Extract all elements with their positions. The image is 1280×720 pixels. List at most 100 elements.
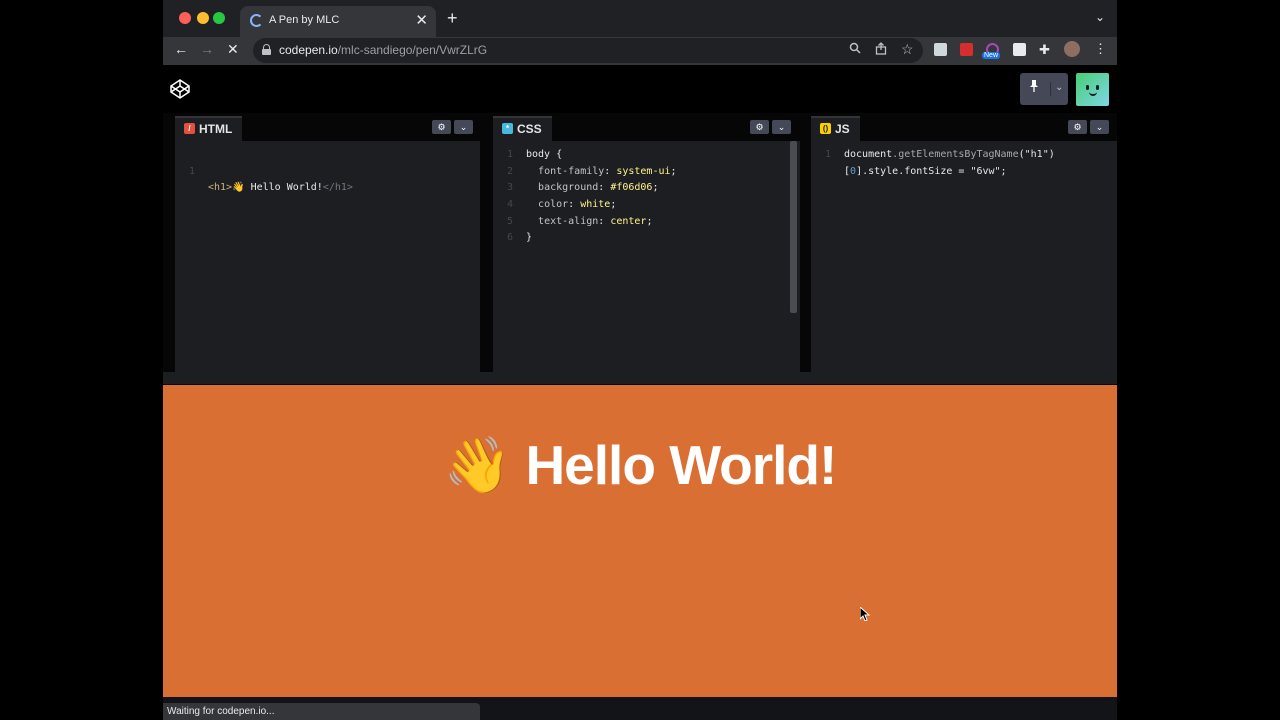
html-editor-tab[interactable]: / HTML [175, 116, 243, 141]
code-token: Hello World! [244, 182, 323, 194]
line-number: 4 [506, 199, 513, 211]
minimize-window-button[interactable] [197, 12, 209, 24]
tab-strip: A Pen by MLC ✕ + ⌄ [163, 0, 1117, 37]
mouse-cursor-icon [859, 605, 871, 626]
html-editor-pane: / HTML ⚙ ⌄ 1 <h1>👋 Hello World!</h1> [175, 113, 480, 372]
extension-4-icon[interactable] [1013, 43, 1026, 56]
browser-toolbar: ← → ✕ codepen.io/mlc-sandiego/pen/VwrZLr… [163, 37, 1117, 65]
js-editor-label: JS [835, 122, 850, 136]
extension-2-icon[interactable] [960, 43, 973, 56]
browser-window: A Pen by MLC ✕ + ⌄ ← → ✕ codepen.io/mlc-… [163, 0, 1117, 720]
code-line: 3 background: #f06d06; [493, 180, 800, 197]
pin-icon [1029, 80, 1039, 95]
line-number: 2 [506, 165, 513, 177]
html-editor-header: / HTML ⚙ ⌄ [175, 113, 480, 141]
lock-icon[interactable] [262, 44, 271, 55]
code-token: </h1> [322, 182, 353, 194]
profile-avatar[interactable] [1064, 41, 1080, 57]
new-tab-button[interactable]: + [447, 8, 458, 29]
editors-area: / HTML ⚙ ⌄ 1 <h1>👋 Hello World!</h1> * C… [163, 113, 1117, 372]
result-preview: 👋 Hello World! [163, 385, 1117, 697]
zoom-search-icon[interactable] [849, 42, 861, 57]
code-token: ].style.fontSize = "6vw"; [856, 165, 1007, 177]
html-language-icon: / [184, 123, 195, 134]
code-token: 👋 [232, 182, 245, 194]
css-code[interactable]: 1 body { 2 font-family: system-ui; 3 back… [493, 147, 800, 247]
bookmark-star-icon[interactable]: ☆ [901, 41, 914, 58]
tab-search-chevron-icon[interactable]: ⌄ [1095, 10, 1105, 24]
code-token: ("h1") [1018, 149, 1055, 160]
html-collapse-chevron-icon[interactable]: ⌄ [454, 120, 473, 134]
code-token: text-align [538, 215, 599, 227]
zoom-window-button[interactable] [213, 12, 225, 24]
share-icon[interactable] [875, 42, 887, 58]
code-token: font-family [538, 165, 605, 177]
code-token: <h1> [208, 182, 233, 194]
url-path: /mlc-sandiego/pen/VwrZLrG [337, 43, 488, 57]
js-editor-header: () JS ⚙ ⌄ [811, 113, 1117, 141]
css-collapse-chevron-icon[interactable]: ⌄ [772, 120, 791, 134]
code-line: [0].style.fontSize = "6vw"; [811, 164, 1117, 181]
forward-button[interactable]: → [200, 41, 214, 57]
codepen-logo-icon[interactable] [169, 78, 191, 100]
tab-close-icon[interactable]: ✕ [415, 11, 428, 29]
pin-menu-chevron-icon[interactable]: ⌄ [1050, 82, 1063, 96]
js-editor-tab[interactable]: () JS [811, 116, 860, 141]
status-bubble: Waiting for codepen.io... [163, 703, 480, 720]
code-token: system-ui [616, 165, 671, 177]
close-window-button[interactable] [179, 12, 191, 24]
codepen-header: ⌄ [163, 65, 1117, 113]
code-token: color [538, 199, 569, 211]
code-token: white [580, 199, 611, 211]
js-code[interactable]: 1 document.getElementsByTagName("h1") [0]… [811, 147, 1117, 180]
editor-preview-resizer[interactable] [163, 372, 1117, 385]
code-token: } [526, 232, 533, 244]
url-host: codepen.io [279, 43, 338, 57]
code-line: 1 <h1>👋 Hello World!</h1> [175, 147, 480, 194]
css-settings-gear-icon[interactable]: ⚙ [750, 120, 769, 134]
line-number: 3 [506, 182, 513, 194]
js-settings-gear-icon[interactable]: ⚙ [1068, 120, 1087, 134]
html-editor-label: HTML [199, 122, 233, 136]
js-language-icon: () [820, 123, 831, 134]
url-text[interactable]: codepen.io/mlc-sandiego/pen/VwrZLrG [279, 43, 487, 57]
line-number: 6 [506, 232, 513, 244]
css-editor-label: CSS [517, 122, 542, 136]
browser-tab[interactable]: A Pen by MLC ✕ [240, 6, 436, 37]
extensions-puzzle-icon[interactable]: ✚ [1039, 43, 1052, 56]
css-editor-scrollbar[interactable] [790, 141, 797, 313]
wave-emoji: 👋 [443, 434, 512, 496]
address-bar[interactable]: codepen.io/mlc-sandiego/pen/VwrZLrG ☆ [253, 38, 923, 63]
css-editor-header: * CSS ⚙ ⌄ [493, 113, 800, 141]
code-line: 1 document.getElementsByTagName("h1") [811, 147, 1117, 164]
preview-heading-text: Hello World! [525, 434, 837, 496]
back-button[interactable]: ← [174, 41, 188, 57]
html-code[interactable]: 1 <h1>👋 Hello World!</h1> [175, 147, 480, 194]
extension-1-icon[interactable] [934, 43, 947, 56]
code-token: background [538, 182, 599, 194]
code-token: center [610, 215, 647, 227]
code-token: body { [526, 149, 563, 160]
code-line: 6} [493, 230, 800, 247]
preview-heading: 👋 Hello World! [163, 433, 1117, 498]
code-line: 1 body { [493, 147, 800, 164]
code-token: .getElementsByTagName [892, 149, 1019, 160]
line-number: 5 [506, 215, 513, 227]
line-number: 1 [188, 165, 195, 177]
loading-spinner-icon [250, 14, 263, 27]
stop-loading-button[interactable]: ✕ [227, 41, 239, 58]
css-editor-tab[interactable]: * CSS [493, 116, 552, 141]
code-token: #f06d06 [610, 182, 653, 194]
css-editor-pane: * CSS ⚙ ⌄ 1 body { 2 font-family: system-… [493, 113, 800, 372]
user-avatar[interactable] [1076, 73, 1109, 106]
js-editor-pane: () JS ⚙ ⌄ 1 document.getElementsByTagName… [811, 113, 1117, 372]
line-number: 1 [824, 149, 831, 160]
code-line: 5 text-align: center; [493, 214, 800, 231]
browser-menu-icon[interactable]: ⋮ [1094, 41, 1107, 57]
tab-title: A Pen by MLC [269, 14, 340, 26]
code-line: 4 color: white; [493, 197, 800, 214]
html-settings-gear-icon[interactable]: ⚙ [432, 120, 451, 134]
js-collapse-chevron-icon[interactable]: ⌄ [1090, 120, 1109, 134]
css-language-icon: * [502, 123, 513, 134]
pin-button[interactable]: ⌄ [1020, 73, 1068, 105]
